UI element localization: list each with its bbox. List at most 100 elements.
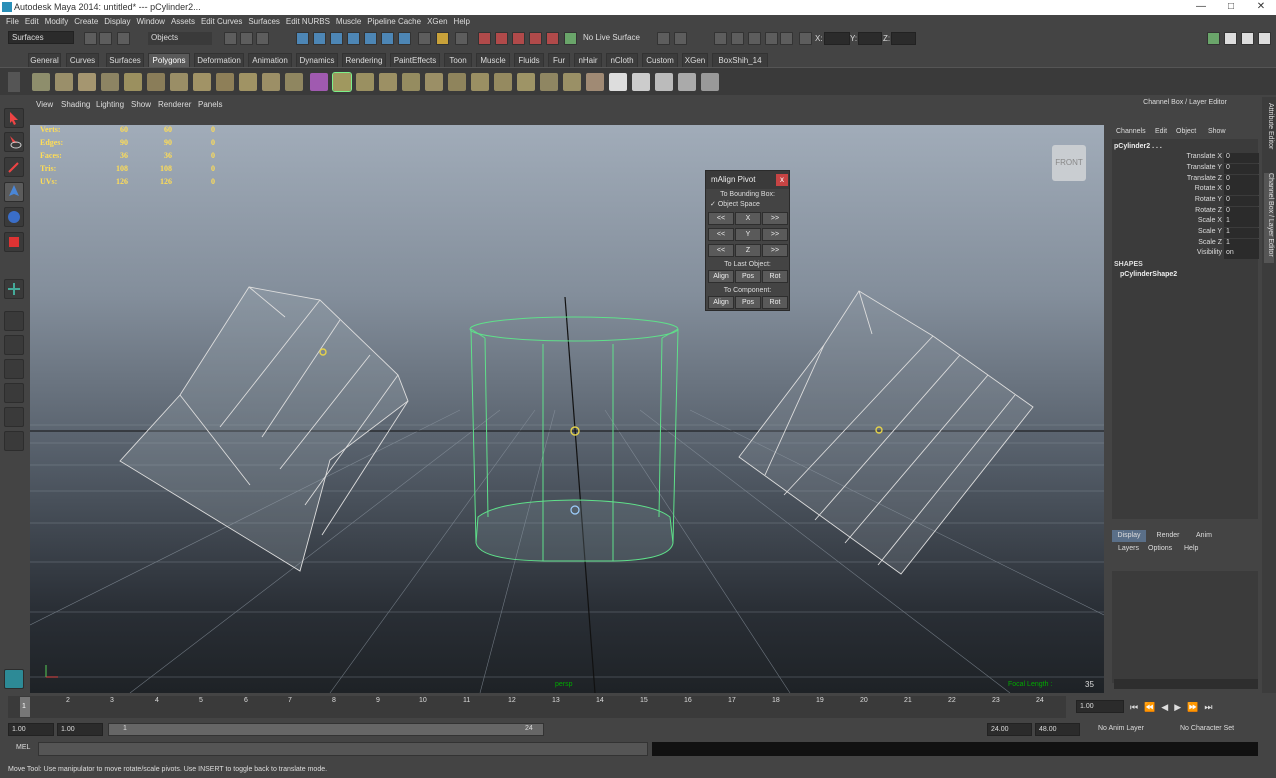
ipr-render-icon[interactable]: [495, 32, 508, 45]
bevel-icon[interactable]: [471, 73, 489, 91]
checker-2-icon[interactable]: [632, 73, 650, 91]
shelf-tab-toon[interactable]: Toon: [444, 53, 472, 67]
shelf-tab-surfaces[interactable]: Surfaces: [106, 53, 144, 67]
poly-plane-icon[interactable]: [124, 73, 142, 91]
poly-helix-icon[interactable]: [216, 73, 234, 91]
cylinder-left[interactable]: [119, 286, 409, 572]
hypershade-icon[interactable]: [529, 32, 542, 45]
layout-two-icon[interactable]: [4, 359, 24, 379]
channel-translate-x[interactable]: Translate X0: [1114, 153, 1259, 163]
checker-icon[interactable]: [609, 73, 627, 91]
smooth-proxy-icon[interactable]: [310, 73, 328, 91]
shape-name[interactable]: pCylinderShape2: [1120, 271, 1177, 278]
manipulator-icon[interactable]: [4, 279, 24, 299]
shelf-tab-fluids[interactable]: Fluids: [514, 53, 544, 67]
bridge-icon[interactable]: [356, 73, 374, 91]
scale-tool-icon[interactable]: [4, 232, 24, 252]
channel-box-icon[interactable]: [1258, 32, 1271, 45]
render-settings-icon[interactable]: [512, 32, 525, 45]
attribute-editor-icon[interactable]: [1224, 32, 1237, 45]
layout-persp-outliner-icon[interactable]: [4, 383, 24, 403]
poly-sphere-icon[interactable]: [32, 73, 50, 91]
range-bar[interactable]: 1 24: [108, 723, 544, 736]
z-max-button[interactable]: >>: [762, 244, 788, 257]
menu-edit[interactable]: Edit: [25, 15, 39, 26]
start-time-field[interactable]: 1.00: [8, 723, 54, 736]
panel-toggle-icon[interactable]: [674, 32, 687, 45]
lock-icon[interactable]: [436, 32, 449, 45]
move-tool-icon[interactable]: [4, 182, 24, 202]
select-tool-icon[interactable]: [4, 108, 24, 128]
menu-assets[interactable]: Assets: [171, 15, 195, 26]
construction-history-icon[interactable]: [455, 32, 468, 45]
last-pos-button[interactable]: Pos: [735, 270, 761, 283]
new-scene-icon[interactable]: [84, 32, 97, 45]
split-icon[interactable]: [402, 73, 420, 91]
character-set-select[interactable]: No Character Set: [1180, 725, 1234, 732]
uv-snapshot-icon[interactable]: [678, 73, 696, 91]
z-min-button[interactable]: <<: [708, 244, 734, 257]
menu-edit-nurbs[interactable]: Edit NURBS: [286, 15, 330, 26]
menu-create[interactable]: Create: [74, 15, 98, 26]
quadrangulate-icon[interactable]: [563, 73, 581, 91]
poly-soccer-icon[interactable]: [239, 73, 257, 91]
y-field[interactable]: [858, 32, 882, 45]
append-icon[interactable]: [379, 73, 397, 91]
poly-pipe-icon[interactable]: [193, 73, 211, 91]
end-time-field[interactable]: 48.00: [1035, 723, 1080, 736]
poly-prism-icon[interactable]: [170, 73, 188, 91]
fill-hole-icon[interactable]: [517, 73, 535, 91]
shelf-menu-icon[interactable]: [8, 72, 20, 92]
x-center-button[interactable]: X: [735, 212, 761, 225]
playback-controls[interactable]: ⏮⏪◀▶⏩⏭: [1130, 702, 1218, 713]
modeling-toolkit-icon[interactable]: [1207, 32, 1220, 45]
menu-window[interactable]: Window: [137, 15, 165, 26]
shelf-tab-rendering[interactable]: Rendering: [342, 53, 386, 67]
shelf-tab-deformation[interactable]: Deformation: [194, 53, 244, 67]
layer-tab-anim[interactable]: Anim: [1188, 530, 1220, 542]
render-view-icon[interactable]: [546, 32, 559, 45]
input-ops-icon[interactable]: [418, 32, 431, 45]
comp-pos-button[interactable]: Pos: [735, 296, 761, 309]
last-rot-button[interactable]: Rot: [762, 270, 788, 283]
cb-menu-channels[interactable]: Channels: [1116, 128, 1146, 135]
playback-start-field[interactable]: 1.00: [57, 723, 103, 736]
snap-point-icon[interactable]: [330, 32, 343, 45]
layout-graph-icon[interactable]: [4, 407, 24, 427]
channel-translate-y[interactable]: Translate Y0: [1114, 164, 1259, 174]
poly-cube-icon[interactable]: [55, 73, 73, 91]
shelf-tab-muscle[interactable]: Muscle: [476, 53, 510, 67]
transform-field-icon[interactable]: [799, 32, 812, 45]
shelf-tab-polygons[interactable]: Polygons: [148, 53, 190, 67]
paint-select-icon[interactable]: [4, 157, 24, 177]
render-region-icon[interactable]: [731, 32, 744, 45]
snap-live-icon[interactable]: [381, 32, 394, 45]
comp-rot-button[interactable]: Rot: [762, 296, 788, 309]
menu-set-select[interactable]: Surfaces: [8, 31, 74, 44]
layer-tab-display[interactable]: Display: [1112, 530, 1146, 542]
extrude-icon[interactable]: [332, 72, 352, 92]
snap-curve-icon[interactable]: [313, 32, 326, 45]
shelf-tab-curves[interactable]: Curves: [66, 53, 99, 67]
shelf-tab-nhair[interactable]: nHair: [574, 53, 602, 67]
shelf-tab-boxshih[interactable]: BoxShih_14: [712, 53, 768, 67]
uv-editor-icon[interactable]: [701, 73, 719, 91]
shelf-tab-general[interactable]: General: [28, 53, 61, 67]
viewport-menu-view[interactable]: View: [36, 100, 53, 109]
rotate-tool-icon[interactable]: [4, 207, 24, 227]
menu-pipeline-cache[interactable]: Pipeline Cache: [367, 15, 421, 26]
channel-translate-z[interactable]: Translate Z0: [1114, 175, 1259, 185]
menu-surfaces[interactable]: Surfaces: [248, 15, 280, 26]
checker-3-icon[interactable]: [655, 73, 673, 91]
cb-menu-edit[interactable]: Edit: [1155, 128, 1167, 135]
menu-help[interactable]: Help: [454, 15, 470, 26]
combine-icon[interactable]: [285, 73, 303, 91]
snap-plane-icon[interactable]: [347, 32, 360, 45]
cb-menu-object[interactable]: Object: [1176, 128, 1196, 135]
tool-settings-icon[interactable]: [1241, 32, 1254, 45]
layout-four-icon[interactable]: [4, 335, 24, 355]
menu-display[interactable]: Display: [104, 15, 130, 26]
viewport-menu-shading[interactable]: Shading: [61, 100, 90, 109]
channel-visibility[interactable]: Visibility on: [1114, 249, 1259, 259]
comp-align-button[interactable]: Align: [708, 296, 734, 309]
